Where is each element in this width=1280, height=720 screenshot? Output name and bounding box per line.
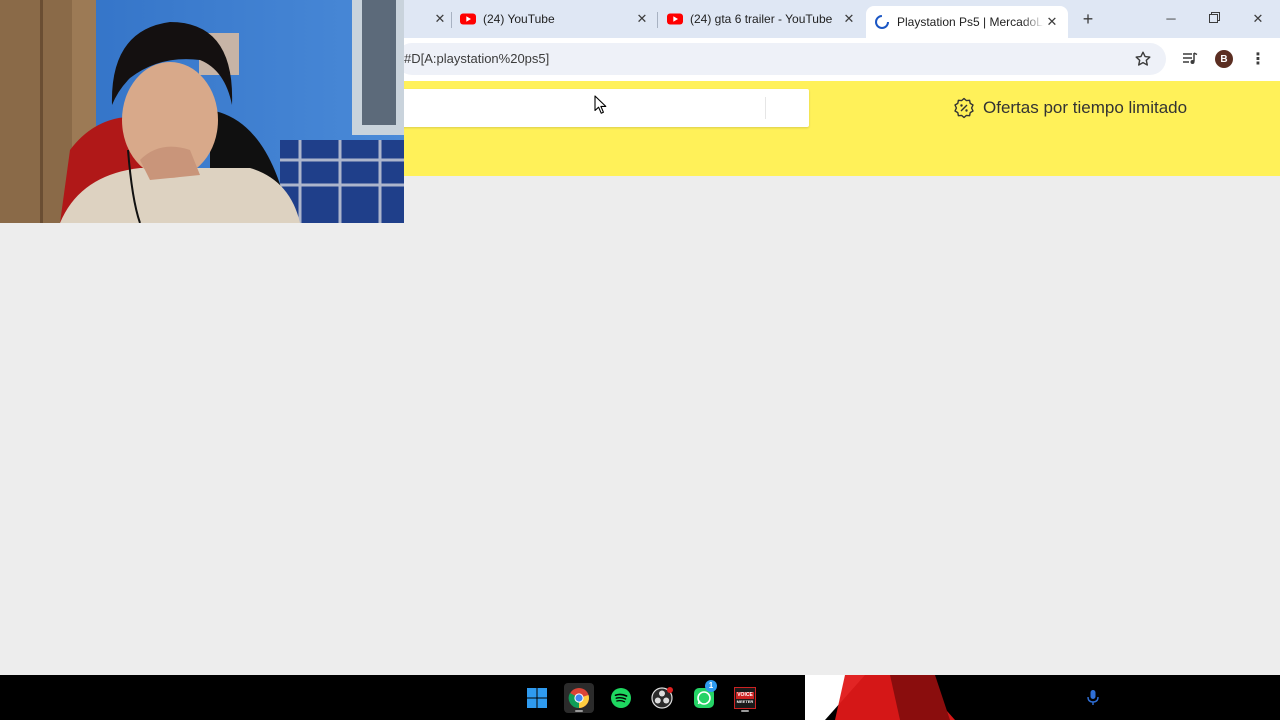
mouse-cursor-icon (594, 95, 607, 114)
chrome-icon (568, 688, 589, 709)
tab-gta-trailer[interactable]: (24) gta 6 trailer - YouTube ✕ (667, 0, 857, 38)
address-bar[interactable]: #D[A:playstation%20ps5] (396, 43, 1166, 75)
address-text: #D[A:playstation%20ps5] (404, 51, 550, 66)
media-control-icon[interactable] (1179, 48, 1201, 70)
taskbar-obs[interactable] (647, 683, 677, 713)
microphone-icon (1087, 690, 1099, 705)
tab-title: Playstation Ps5 | MercadoLibre (897, 15, 1044, 29)
close-icon[interactable]: ✕ (634, 11, 650, 27)
discount-badge-icon (954, 97, 974, 119)
whatsapp-badge: 1 (705, 680, 717, 692)
close-icon[interactable]: ✕ (432, 11, 448, 27)
restore-icon (1208, 12, 1220, 23)
tab-hidden-youtube[interactable]: ✕ (404, 0, 448, 38)
tab-separator (451, 12, 452, 28)
voicemeeter-icon: VOICE MEETER (734, 687, 756, 709)
webcam-feed (0, 0, 404, 223)
active-indicator (575, 710, 583, 712)
taskbar-whatsapp[interactable]: 1 (689, 680, 719, 713)
taskbar-chrome[interactable] (564, 683, 594, 713)
loading-spinner-icon (875, 15, 889, 29)
spotify-icon (611, 688, 631, 708)
tab-youtube[interactable]: (24) YouTube ✕ (460, 0, 650, 38)
youtube-icon (667, 13, 683, 25)
start-button[interactable] (522, 683, 552, 713)
profile-avatar[interactable]: B (1213, 48, 1235, 70)
new-tab-button[interactable]: + (1078, 9, 1098, 29)
tab-title: (24) YouTube (483, 12, 555, 26)
obs-icon (651, 687, 673, 709)
taskbar-microphone[interactable] (1078, 683, 1108, 713)
youtube-icon (460, 13, 476, 25)
windows-start-icon (527, 688, 547, 708)
tab-separator (657, 12, 658, 28)
running-indicator (741, 710, 749, 712)
wallpaper-decoration (805, 675, 955, 720)
close-icon[interactable]: ✕ (841, 11, 857, 27)
search-divider (765, 97, 766, 119)
limited-offers-link[interactable]: Ofertas por tiempo limitado (953, 97, 1187, 119)
taskbar: 1 VOICE MEETER (0, 675, 1280, 720)
page-body (0, 176, 1280, 675)
close-icon[interactable]: ✕ (1044, 14, 1060, 30)
tab-mercadolibre[interactable]: Playstation Ps5 | MercadoLibre ✕ (866, 6, 1068, 38)
restore-button[interactable] (1204, 9, 1224, 29)
taskbar-voicemeeter[interactable]: VOICE MEETER (730, 683, 760, 713)
webcam-overlay (0, 0, 404, 223)
bookmark-star-icon[interactable] (1132, 48, 1154, 70)
tab-title: (24) gta 6 trailer - YouTube (690, 12, 833, 26)
taskbar-spotify[interactable] (606, 683, 636, 713)
close-window-button[interactable]: ✕ (1248, 9, 1268, 29)
promo-label: Ofertas por tiempo limitado (983, 98, 1188, 117)
menu-kebab-icon[interactable]: ⋮ (1247, 48, 1269, 70)
minimize-button[interactable]: ─ (1161, 9, 1181, 29)
